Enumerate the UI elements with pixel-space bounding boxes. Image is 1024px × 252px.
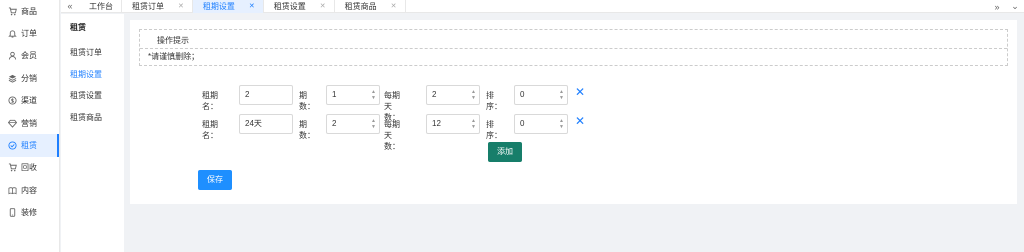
submenu-item-rental-orders[interactable]: 租赁订单 [61,42,124,64]
periods-label: 期数： [299,120,315,140]
rental-submenu: 租赁 租赁订单 租期设置 租赁设置 租赁商品 [61,14,124,252]
diamond-icon [7,119,17,128]
name-label: 租期名： [202,91,218,111]
tab-bar-actions: » ⌄ [988,0,1024,13]
tab-bar: « 工作台 租赁订单 ✕ 租期设置 ✕ 租赁设置 ✕ 租赁商品 ✕ » ⌄ [61,0,1024,13]
app-root: 商品 订单 会员 分销 渠道 营销 租赁 回收 内容 装修 « 工作台 租赁订单… [0,0,1024,252]
close-icon[interactable]: ✕ [178,2,184,10]
stepper-arrows-icon[interactable]: ▲ ▼ [371,89,376,101]
check-circle-icon [7,141,17,150]
sort-label: 排序： [486,91,502,111]
delete-row-icon[interactable]: ✕ [575,86,585,98]
sidebar-item-label: 回收 [21,163,37,173]
submenu-item-rental-settings[interactable]: 租赁设置 [61,85,124,107]
days-value: 12 [432,119,441,128]
tab-rental-orders[interactable]: 租赁订单 ✕ [122,0,193,13]
submenu-title: 租赁 [70,23,86,32]
sidebar-item-label: 渠道 [21,96,37,106]
bell-icon [7,29,17,38]
sidebar-item-label: 会员 [21,51,37,61]
stepper-arrows-icon[interactable]: ▲ ▼ [559,89,564,101]
phone-icon [7,208,17,217]
tab-rental-goods[interactable]: 租赁商品 ✕ [335,0,406,13]
sidebar-item-label: 营销 [21,118,37,128]
sidebar-item-label: 租赁 [21,141,37,151]
sort-stepper[interactable]: 0 ▲ ▼ [514,85,568,105]
add-button[interactable]: 添加 [488,142,522,162]
periods-value: 1 [332,90,337,99]
sort-value: 0 [520,119,525,128]
tips-divider [140,48,1007,49]
cart-icon [7,7,17,16]
sidebar-item-distribution[interactable]: 分销 [0,67,59,89]
book-icon [7,186,17,195]
tips-text: *请谨慎删除； [148,52,200,61]
operation-tips: 操作提示 *请谨慎删除； [139,29,1008,66]
sidebar-item-recycle[interactable]: 回收 [0,157,59,179]
days-stepper[interactable]: 12 ▲ ▼ [426,114,480,134]
periods-label: 期数： [299,91,315,111]
days-label: 每期天数： [384,120,400,151]
tips-title: 操作提示 [157,36,189,45]
submenu-item-rental-period[interactable]: 租期设置 [61,64,124,86]
name-label: 租期名： [202,120,218,140]
period-name-input[interactable]: 24天 [239,114,293,134]
sidebar-item-label: 内容 [21,185,37,195]
tab-rental-settings[interactable]: 租赁设置 ✕ [264,0,335,13]
double-chevron-left-icon[interactable]: « [61,1,79,11]
double-chevron-right-icon[interactable]: » [988,2,1006,12]
sidebar-item-decoration[interactable]: 装修 [0,202,59,224]
sidebar-item-label: 装修 [21,208,37,218]
sort-value: 0 [520,90,525,99]
periods-stepper[interactable]: 2 ▲ ▼ [326,114,380,134]
tab-label: 租赁订单 [132,1,164,11]
sidebar-item-label: 商品 [21,6,37,16]
rental-period-panel: 操作提示 *请谨慎删除； 租期名： 2 期数： 1 ▲ ▼ 每期天数： 2 ▲ ▼ … [130,20,1017,204]
period-name-input[interactable]: 2 [239,85,293,105]
sidebar-item-channels[interactable]: 渠道 [0,90,59,112]
sort-stepper[interactable]: 0 ▲ ▼ [514,114,568,134]
main-sidebar: 商品 订单 会员 分销 渠道 营销 租赁 回收 内容 装修 [0,0,60,252]
close-icon[interactable]: ✕ [320,2,326,10]
stepper-arrows-icon[interactable]: ▲ ▼ [371,118,376,130]
periods-value: 2 [332,119,337,128]
sidebar-item-goods[interactable]: 商品 [0,0,59,22]
sidebar-item-members[interactable]: 会员 [0,45,59,67]
sidebar-item-label: 订单 [21,29,37,39]
tab-label: 租期设置 [202,1,235,11]
sidebar-item-label: 分销 [21,73,37,83]
submenu-item-rental-goods[interactable]: 租赁商品 [61,107,124,129]
delete-row-icon[interactable]: ✕ [575,115,585,127]
tab-label: 工作台 [89,1,113,11]
sort-label: 排序： [486,120,502,140]
user-icon [7,51,17,61]
cart-icon [7,163,17,172]
days-stepper[interactable]: 2 ▲ ▼ [426,85,480,105]
stepper-arrows-icon[interactable]: ▲ ▼ [559,118,564,130]
sidebar-item-marketing[interactable]: 营销 [0,112,59,134]
stepper-arrows-icon[interactable]: ▲ ▼ [471,89,476,101]
save-button[interactable]: 保存 [198,170,232,190]
days-value: 2 [432,90,437,99]
sidebar-item-rental[interactable]: 租赁 [0,134,59,158]
tab-workbench[interactable]: 工作台 [79,0,122,13]
tab-rental-period[interactable]: 租期设置 ✕ [192,0,264,13]
close-icon[interactable]: ✕ [391,2,397,10]
tab-label: 租赁设置 [273,1,306,11]
close-icon[interactable]: ✕ [249,2,255,10]
sidebar-item-content[interactable]: 内容 [0,179,59,201]
periods-stepper[interactable]: 1 ▲ ▼ [326,85,380,105]
dollar-icon [7,96,17,105]
tab-label: 租赁商品 [344,1,377,11]
chevron-down-icon[interactable]: ⌄ [1006,1,1024,12]
stepper-arrows-icon[interactable]: ▲ ▼ [471,118,476,130]
layers-icon [7,74,17,83]
sidebar-item-orders[interactable]: 订单 [0,22,59,44]
